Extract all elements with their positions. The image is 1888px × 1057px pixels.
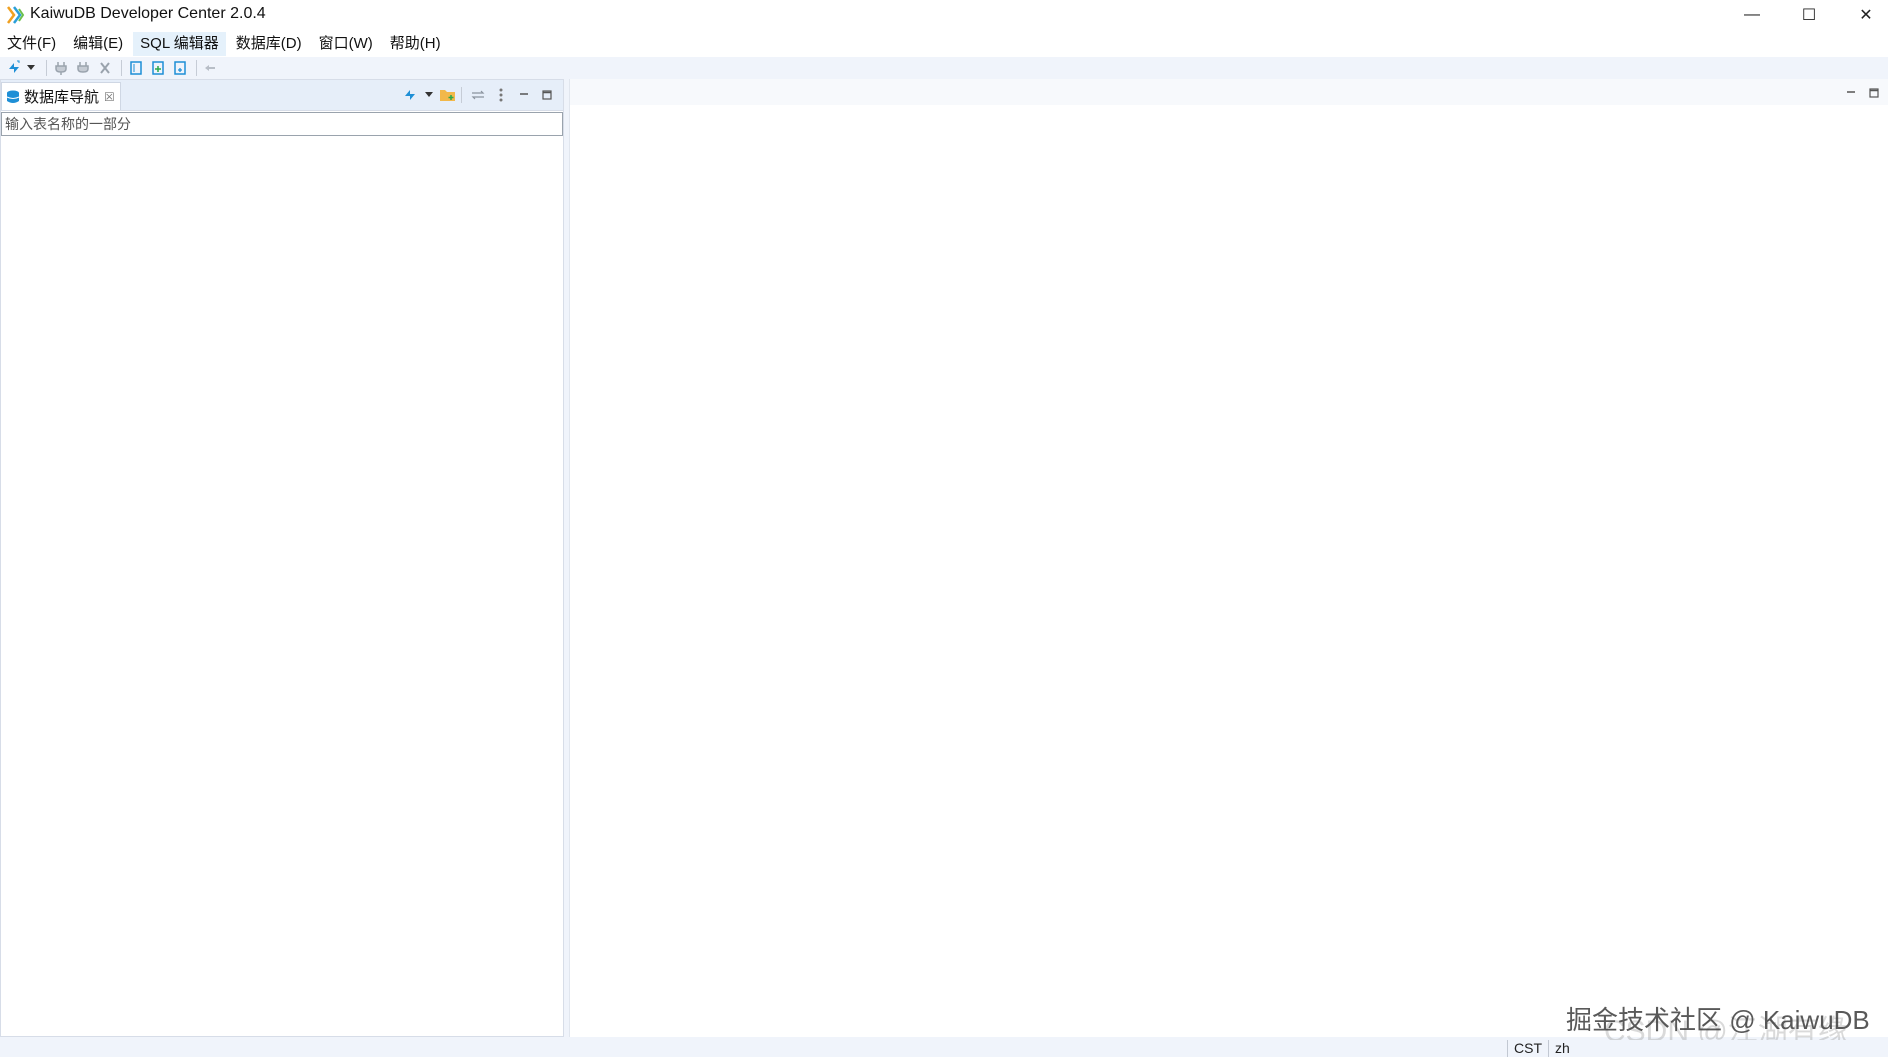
new-connection-icon[interactable] — [400, 85, 420, 105]
tab-label: 数据库导航 — [24, 89, 100, 106]
menu-file[interactable]: 文件(F) — [0, 32, 63, 56]
commit-mode-icon[interactable] — [201, 58, 221, 78]
menu-edit[interactable]: 编辑(E) — [66, 32, 130, 56]
editor-area-tools — [1838, 83, 1884, 103]
database-navigator-panel: 数据库导航 ☒ — [0, 79, 564, 1037]
main-toolbar — [0, 57, 1888, 79]
minimize-view-icon[interactable] — [514, 85, 534, 105]
toolbar-separator — [461, 87, 462, 103]
navigator-header: 数据库导航 ☒ — [1, 80, 563, 111]
tab-database-navigator[interactable]: 数据库导航 ☒ — [1, 82, 121, 110]
minimize-view-icon[interactable] — [1841, 83, 1861, 103]
sql-editor-icon[interactable] — [126, 58, 146, 78]
new-folder-icon[interactable] — [438, 85, 458, 105]
link-with-editor-icon[interactable] — [468, 85, 488, 105]
menu-bar: 文件(F) 编辑(E) SQL 编辑器 数据库(D) 窗口(W) 帮助(H) — [0, 31, 1888, 57]
view-menu-icon[interactable] — [491, 85, 511, 105]
menu-window[interactable]: 窗口(W) — [312, 32, 380, 56]
reconnect-icon[interactable] — [73, 58, 93, 78]
window-title: KaiwuDB Developer Center 2.0.4 — [30, 5, 266, 22]
toolbar-separator — [196, 60, 197, 76]
new-script-icon[interactable] — [148, 58, 168, 78]
watermark: 掘金技术社区 @ KaiwuDB — [1566, 1005, 1870, 1035]
dropdown-arrow-icon[interactable] — [26, 58, 36, 78]
status-timezone: CST — [1507, 1040, 1548, 1057]
editor-area-header — [570, 79, 1888, 105]
title-bar: KaiwuDB Developer Center 2.0.4 — ☐ ✕ — [0, 0, 1888, 30]
disconnect-icon[interactable] — [95, 58, 115, 78]
workspace: 数据库导航 ☒ — [0, 79, 1888, 1040]
navigator-tools — [397, 85, 557, 105]
dropdown-arrow-icon[interactable] — [423, 85, 435, 105]
maximize-view-icon[interactable] — [1864, 83, 1884, 103]
tab-close-icon[interactable]: ☒ — [104, 90, 115, 104]
maximize-view-icon[interactable] — [537, 85, 557, 105]
maximize-button[interactable]: ☐ — [1781, 0, 1837, 30]
status-bar: CST zh — [0, 1040, 1888, 1057]
close-button[interactable]: ✕ — [1838, 0, 1888, 30]
database-icon — [6, 90, 20, 103]
recent-script-icon[interactable] — [170, 58, 190, 78]
new-connection-icon[interactable] — [4, 58, 24, 78]
kaiwudb-logo-icon — [7, 6, 25, 24]
editor-area — [569, 79, 1888, 1037]
toolbar-separator — [121, 60, 122, 76]
menu-sql-editor[interactable]: SQL 编辑器 — [133, 32, 226, 56]
table-filter-input[interactable] — [1, 112, 563, 136]
menu-help[interactable]: 帮助(H) — [383, 32, 448, 56]
status-locale: zh — [1548, 1040, 1576, 1057]
menu-database[interactable]: 数据库(D) — [229, 32, 309, 56]
connect-icon[interactable] — [51, 58, 71, 78]
toolbar-separator — [46, 60, 47, 76]
minimize-button[interactable]: — — [1724, 0, 1780, 30]
